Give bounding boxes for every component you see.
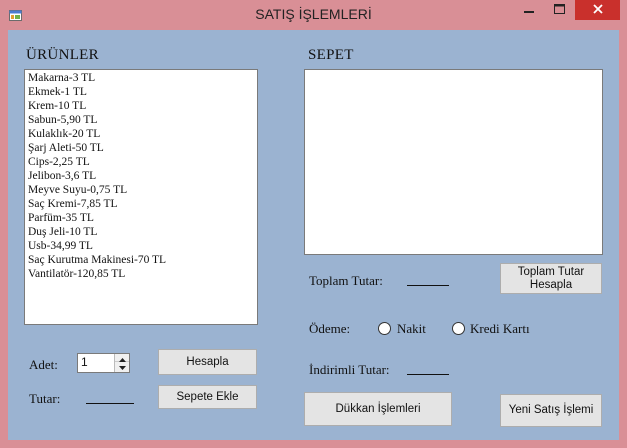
- client-area: ÜRÜNLER Makarna-3 TL Ekmek-1 TL Krem-10 TL…: [8, 30, 619, 440]
- tutar-value-underline: [86, 403, 134, 404]
- close-icon: [592, 1, 603, 19]
- sepet-listbox[interactable]: [304, 69, 603, 255]
- nakit-radio[interactable]: [378, 322, 391, 335]
- indirimli-tutar-label: İndirimli Tutar:: [309, 362, 390, 377]
- sepet-header: SEPET: [308, 47, 354, 63]
- maximize-button[interactable]: [545, 0, 574, 20]
- hesapla-button[interactable]: Hesapla: [158, 349, 257, 375]
- list-item[interactable]: Sabun-5,90 TL: [25, 113, 257, 127]
- minimize-icon: [524, 1, 534, 19]
- sepete-ekle-button[interactable]: Sepete Ekle: [158, 385, 257, 409]
- adet-value: 1: [81, 355, 88, 369]
- toplam-tutar-hesapla-line1: Toplam Tutar: [517, 265, 585, 278]
- list-item[interactable]: Kulaklık-20 TL: [25, 127, 257, 141]
- title-bar: SATIŞ İŞLEMLERİ: [0, 0, 627, 30]
- list-item[interactable]: Duş Jeli-10 TL: [25, 225, 257, 239]
- minimize-button[interactable]: [514, 0, 544, 20]
- list-item[interactable]: Şarj Aleti-50 TL: [25, 141, 257, 155]
- stepper-down-button[interactable]: [115, 362, 129, 370]
- dukkan-islemleri-button[interactable]: Dükkan İşlemleri: [304, 392, 452, 426]
- indirimli-tutar-underline: [407, 374, 449, 375]
- list-item[interactable]: Usb-34,99 TL: [25, 239, 257, 253]
- adet-label: Adet:: [29, 357, 58, 372]
- list-item[interactable]: Meyve Suyu-0,75 TL: [25, 183, 257, 197]
- list-item[interactable]: Saç Kurutma Makinesi-70 TL: [25, 253, 257, 267]
- list-item[interactable]: Ekmek-1 TL: [25, 85, 257, 99]
- adet-stepper-arrows: [114, 354, 129, 372]
- toplam-tutar-underline: [407, 285, 449, 286]
- kredi-karti-radio[interactable]: [452, 322, 465, 335]
- toplam-tutar-hesapla-button[interactable]: Toplam Tutar Hesapla: [500, 263, 602, 294]
- nakit-label[interactable]: Nakit: [397, 321, 426, 337]
- list-item[interactable]: Makarna-3 TL: [25, 71, 257, 85]
- urunler-header: ÜRÜNLER: [26, 47, 99, 63]
- list-item[interactable]: Cips-2,25 TL: [25, 155, 257, 169]
- tutar-label: Tutar:: [29, 391, 61, 406]
- list-item[interactable]: Vantilatör-120,85 TL: [25, 267, 257, 281]
- close-button[interactable]: [575, 0, 620, 20]
- toplam-tutar-label: Toplam Tutar:: [309, 273, 383, 288]
- urunler-listbox[interactable]: Makarna-3 TL Ekmek-1 TL Krem-10 TL Sabun-5,…: [24, 69, 258, 325]
- odeme-label: Ödeme:: [309, 321, 351, 336]
- list-item[interactable]: Jelibon-3,6 TL: [25, 169, 257, 183]
- list-item[interactable]: Saç Kremi-7,85 TL: [25, 197, 257, 211]
- toplam-tutar-hesapla-line2: Hesapla: [529, 278, 573, 291]
- list-item[interactable]: Parfüm-35 TL: [25, 211, 257, 225]
- adet-stepper[interactable]: 1: [77, 353, 130, 373]
- arrow-down-icon: [118, 357, 126, 375]
- kredi-karti-label[interactable]: Kredi Kartı: [470, 321, 530, 337]
- yeni-satis-islemi-button[interactable]: Yeni Satış İşlemi: [500, 394, 602, 427]
- urunler-list: Makarna-3 TL Ekmek-1 TL Krem-10 TL Sabun-5,…: [25, 70, 257, 281]
- maximize-icon: [554, 1, 565, 19]
- list-item[interactable]: Krem-10 TL: [25, 99, 257, 113]
